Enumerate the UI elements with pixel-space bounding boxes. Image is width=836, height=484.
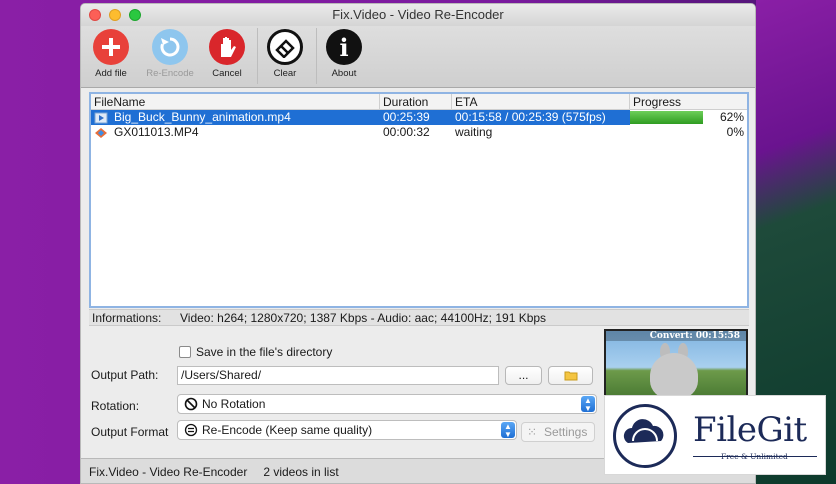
progress-text: 0%: [726, 125, 744, 139]
file-name: GX011013.MP4: [114, 125, 199, 139]
output-path-label: Output Path:: [91, 368, 159, 382]
file-eta: waiting: [455, 125, 493, 139]
zoom-window-button[interactable]: [129, 9, 141, 21]
window-title: Fix.Video - Video Re-Encoder: [332, 7, 504, 22]
info-value: Video: h264; 1280x720; 1387 Kbps - Audio…: [180, 311, 547, 325]
table-row[interactable]: Big_Buck_Bunny_animation.mp4 00:25:39 00…: [91, 110, 747, 125]
info-icon: i: [326, 29, 362, 65]
video-file-icon: [94, 112, 108, 124]
status-app-name: Fix.Video - Video Re-Encoder: [89, 465, 248, 479]
rotation-label: Rotation:: [91, 399, 140, 413]
settings-icon: ⁙: [527, 425, 538, 439]
output-format-label: Output Format: [91, 425, 169, 439]
column-header-eta[interactable]: ETA: [452, 94, 630, 109]
status-video-count: 2 videos in list: [263, 465, 339, 479]
rotation-select[interactable]: No Rotation ▲ ▼: [177, 394, 597, 414]
info-label: Informations:: [92, 311, 162, 325]
video-preview: Convert: 00:15:58: [604, 329, 748, 399]
file-duration: 00:25:39: [383, 110, 430, 124]
save-in-dir-label: Save in the file's directory: [196, 345, 333, 359]
output-format-value: Re-Encode (Keep same quality): [202, 423, 373, 437]
clear-button[interactable]: Clear: [255, 29, 315, 79]
chevron-updown-icon: ▲ ▼: [581, 396, 595, 413]
progress-cell: 0%: [630, 125, 747, 140]
toolbar: Add file Re-Encode Cancel Clear i About: [81, 26, 755, 88]
file-duration: 00:00:32: [383, 125, 430, 139]
filegit-tagline: Free & Unlimited: [721, 452, 788, 461]
progress-cell: 62%: [630, 110, 747, 125]
stop-hand-icon: [209, 29, 245, 65]
open-folder-button[interactable]: [548, 366, 593, 385]
progress-bar: [630, 111, 703, 124]
checkbox-box[interactable]: [179, 346, 191, 358]
preview-frame-image: [650, 353, 698, 397]
info-bar: Informations: Video: h264; 1280x720; 138…: [89, 309, 749, 326]
folder-icon: [564, 371, 577, 381]
column-header-filename[interactable]: FileName: [91, 94, 380, 109]
output-path-input[interactable]: /Users/Shared/: [177, 366, 499, 385]
column-header-progress[interactable]: Progress: [630, 94, 747, 109]
title-bar: Fix.Video - Video Re-Encoder: [81, 4, 755, 26]
eraser-icon: [267, 29, 303, 65]
filegit-logo-icon: [613, 404, 677, 468]
file-eta: 00:15:58 / 00:25:39 (575fps): [455, 110, 606, 124]
reencode-button[interactable]: Re-Encode: [140, 29, 200, 79]
filegit-name: FileGit: [693, 410, 807, 450]
browse-button[interactable]: ...: [505, 366, 542, 385]
output-format-select[interactable]: Re-Encode (Keep same quality) ▲ ▼: [177, 420, 517, 440]
rotation-value: No Rotation: [202, 397, 266, 411]
cancel-button[interactable]: Cancel: [197, 29, 257, 79]
save-in-dir-checkbox[interactable]: Save in the file's directory: [179, 345, 332, 359]
file-list-table[interactable]: FileName Duration ETA Progress Big_Buck_…: [89, 92, 749, 308]
table-row[interactable]: GX011013.MP4 00:00:32 waiting 0%: [91, 125, 747, 140]
about-button[interactable]: i About: [314, 29, 374, 79]
table-header: FileName Duration ETA Progress: [91, 94, 747, 110]
preview-convert-time: Convert: 00:15:58: [606, 331, 746, 341]
settings-button[interactable]: ⁙ Settings: [521, 422, 595, 442]
refresh-icon: [152, 29, 188, 65]
chevron-updown-icon: ▲ ▼: [501, 422, 515, 439]
minimize-window-button[interactable]: [109, 9, 121, 21]
progress-text: 62%: [719, 110, 744, 124]
video-file-icon: [94, 127, 108, 139]
no-entry-icon: [184, 397, 198, 411]
filegit-watermark: FileGit Free & Unlimited: [604, 395, 826, 475]
equals-circle-icon: [184, 423, 198, 437]
close-window-button[interactable]: [89, 9, 101, 21]
plus-icon: [93, 29, 129, 65]
add-file-button[interactable]: Add file: [81, 29, 141, 79]
column-header-duration[interactable]: Duration: [380, 94, 452, 109]
file-name: Big_Buck_Bunny_animation.mp4: [114, 110, 291, 124]
